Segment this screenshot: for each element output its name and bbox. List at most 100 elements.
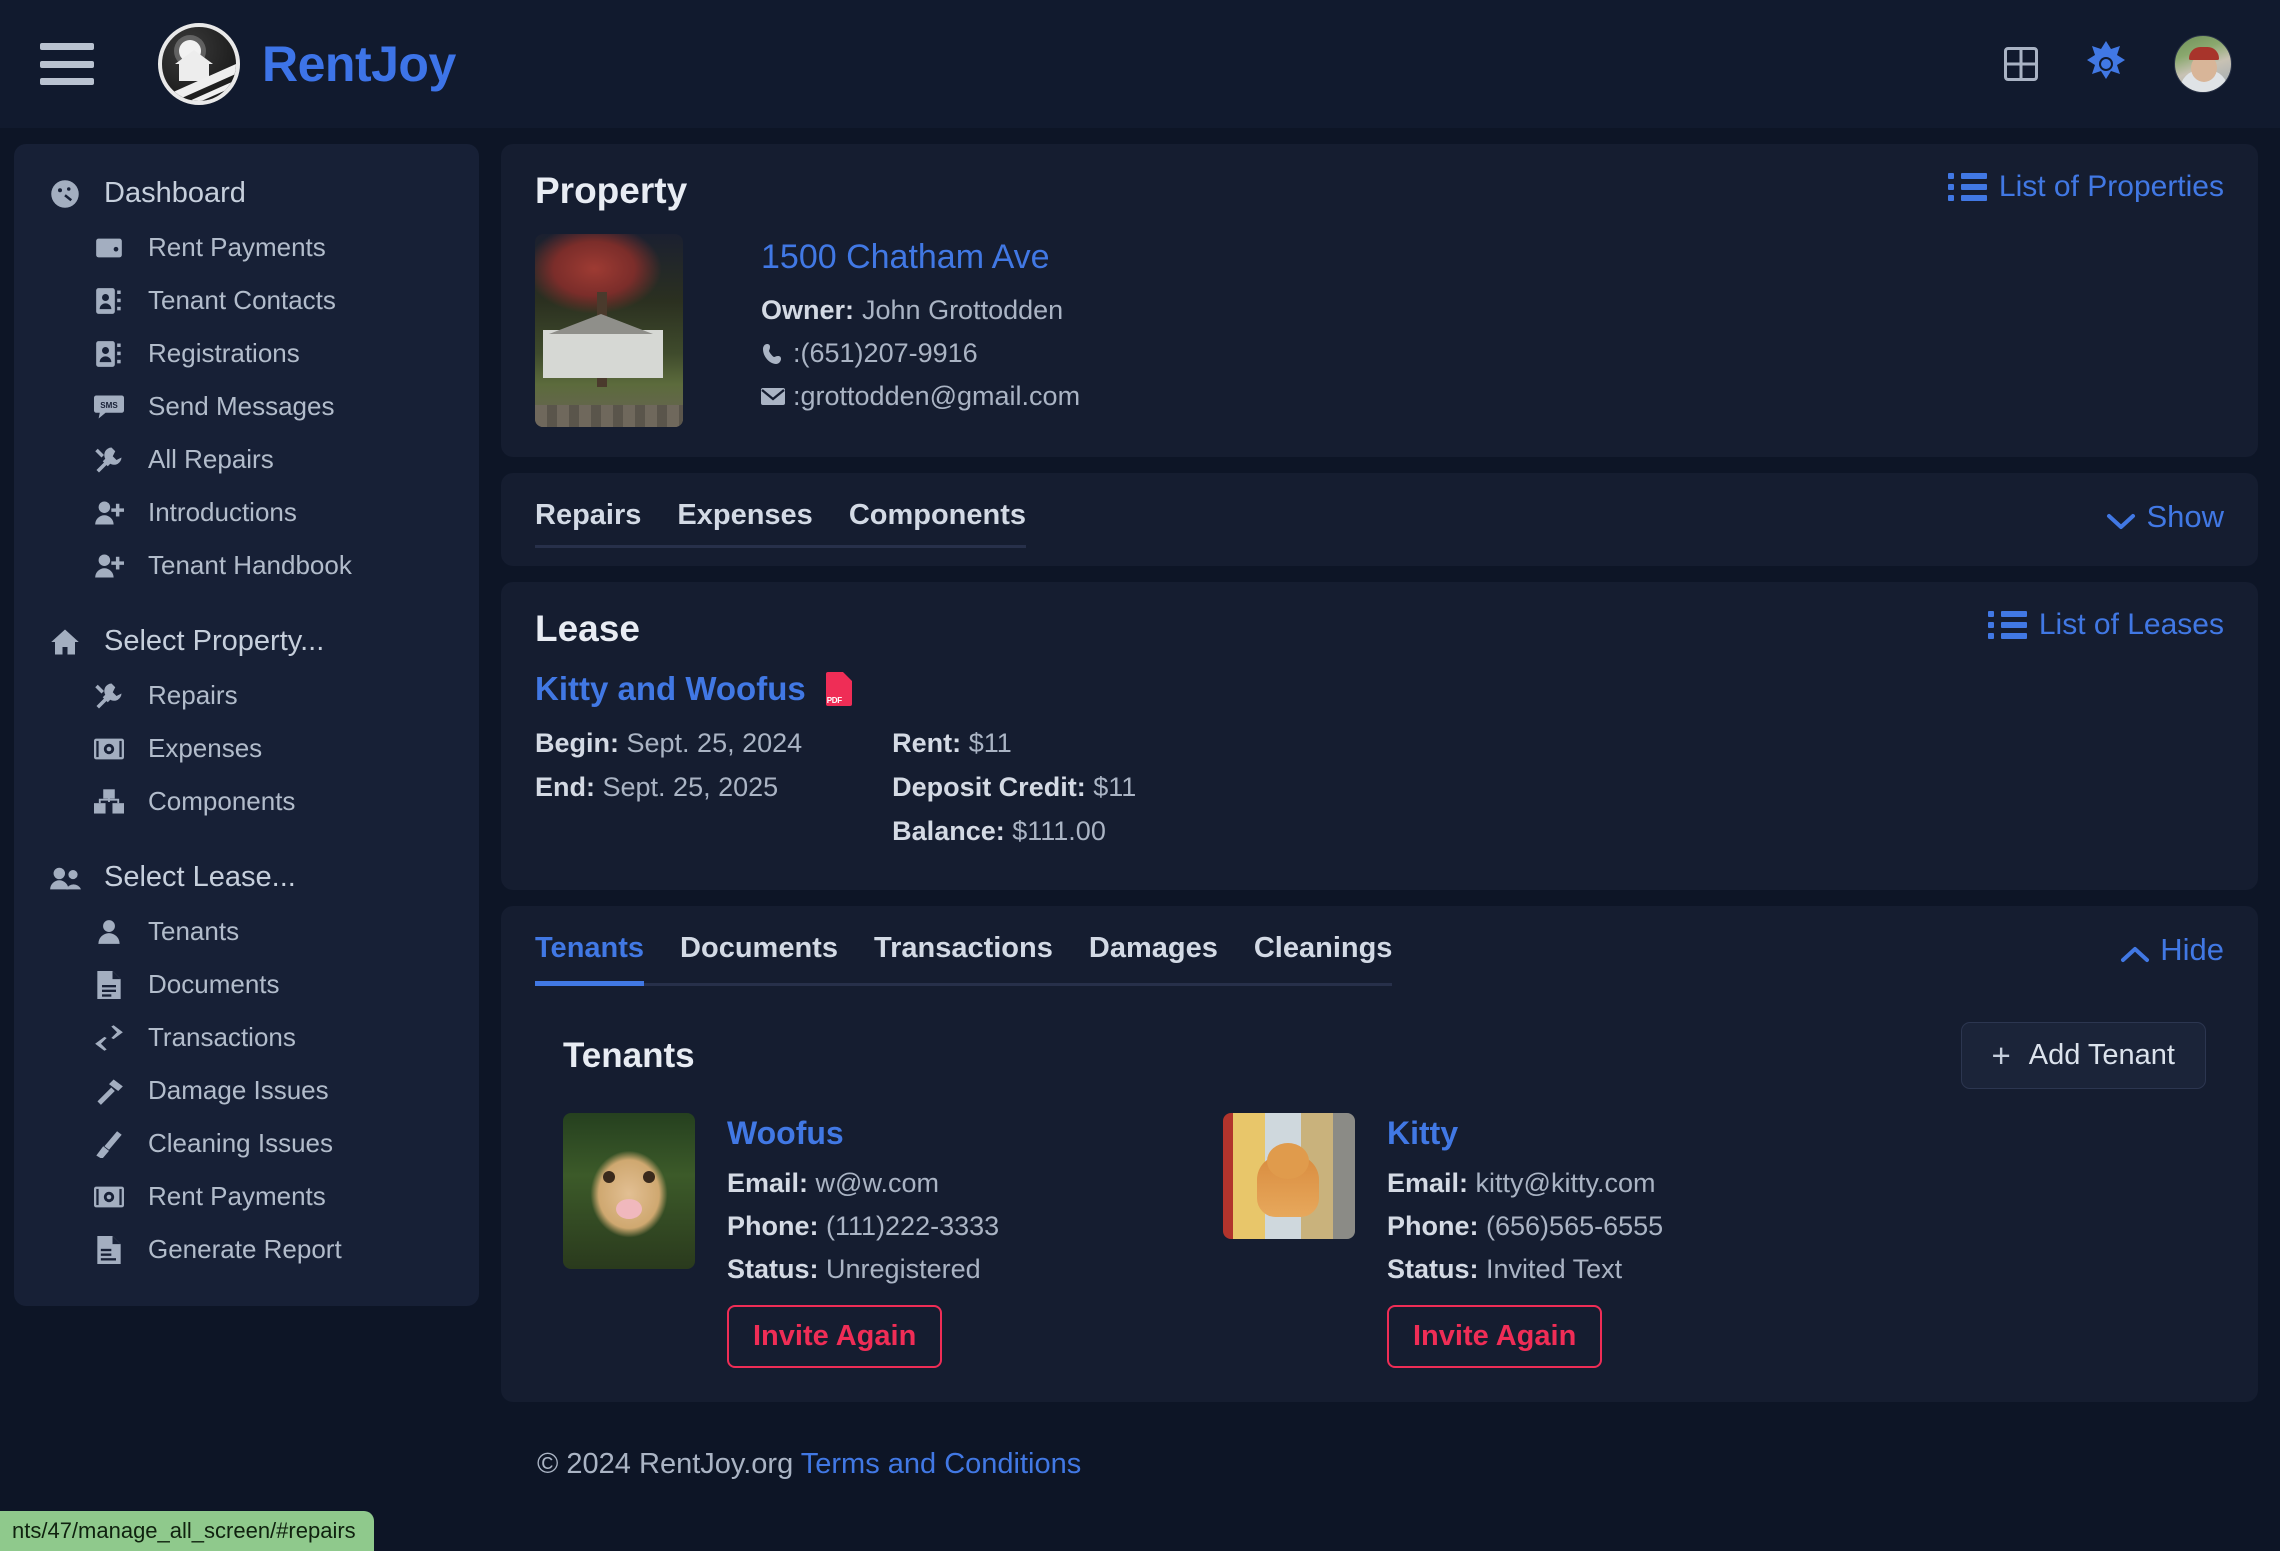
hamburger-icon[interactable]: [40, 43, 94, 85]
home-icon: [48, 628, 82, 656]
sidebar-item-all-repairs[interactable]: All Repairs: [14, 433, 479, 486]
sidebar-item-rent-payments[interactable]: Rent Payments: [14, 221, 479, 274]
brand-logo[interactable]: RentJoy: [158, 23, 456, 105]
tools-icon: [92, 445, 126, 475]
sidebar-item-documents[interactable]: Documents: [14, 958, 479, 1011]
status-badge: Invited Text: [1486, 1254, 1622, 1284]
sidebar-item-label: Introductions: [148, 497, 297, 528]
invite-again-button[interactable]: Invite Again: [727, 1305, 942, 1368]
add-tenant-label: Add Tenant: [2029, 1039, 2175, 1072]
tenant-name-link[interactable]: Kitty: [1387, 1115, 1663, 1152]
sidebar-item-generate-report[interactable]: Generate Report: [14, 1223, 479, 1276]
sidebar-item-damage-issues[interactable]: Damage Issues: [14, 1064, 479, 1117]
lease-dates: Begin: Sept. 25, 2024 End: Sept. 25, 202…: [535, 728, 802, 860]
exchange-icon: [92, 1025, 126, 1051]
tenant-phone-label: Phone:: [1387, 1211, 1479, 1241]
sidebar-item-cleaning-issues[interactable]: Cleaning Issues: [14, 1117, 479, 1170]
property-phone: : (651)207-9916: [761, 338, 1080, 369]
pdf-file-icon[interactable]: [826, 672, 852, 706]
money-icon: [92, 1186, 126, 1208]
wallet-icon: [92, 236, 126, 260]
sidebar-item-dashboard[interactable]: Dashboard: [14, 166, 479, 221]
broom-icon: [92, 1130, 126, 1158]
tab-documents[interactable]: Documents: [680, 932, 838, 986]
tab-tenants[interactable]: Tenants: [535, 932, 644, 986]
sidebar-item-components[interactable]: Components: [14, 775, 479, 828]
sidebar-item-tenant-contacts[interactable]: Tenant Contacts: [14, 274, 479, 327]
tab-damages[interactable]: Damages: [1089, 932, 1218, 986]
lease-rent-label: Rent:: [892, 728, 961, 758]
property-email: : grottodden@gmail.com: [761, 381, 1080, 412]
footer: © 2024 RentJoy.org Terms and Conditions: [501, 1418, 2258, 1481]
plus-icon: +: [1992, 1039, 2011, 1072]
lease-tabs: Tenants Documents Transactions Damages C…: [535, 932, 1392, 986]
sidebar-item-label: Dashboard: [104, 177, 246, 210]
top-bar: RentJoy: [0, 0, 2280, 128]
sidebar-item-transactions[interactable]: Transactions: [14, 1011, 479, 1064]
list-of-properties-link[interactable]: List of Properties: [1948, 170, 2224, 204]
document-icon: [92, 971, 126, 999]
sidebar-item-select-lease[interactable]: Select Lease...: [14, 850, 479, 905]
avatar[interactable]: [2174, 35, 2232, 93]
property-address-link[interactable]: 1500 Chatham Ave: [761, 238, 1080, 277]
lease-begin-value: Sept. 25, 2024: [627, 728, 803, 758]
grid-icon[interactable]: [2004, 47, 2038, 81]
lease-card: Lease List of Leases Kitty and Woofus: [501, 582, 2258, 890]
hide-toggle[interactable]: Hide: [2120, 932, 2224, 968]
show-toggle[interactable]: Show: [2106, 499, 2224, 535]
tenant-card: Woofus Email: w@w.com Phone: (111)222-33…: [563, 1113, 1223, 1368]
sidebar-group-property: Select Property... Repairs Expenses Comp…: [14, 614, 479, 828]
sidebar-item-tenant-handbook[interactable]: Tenant Handbook: [14, 539, 479, 592]
sidebar-item-tenants[interactable]: Tenants: [14, 905, 479, 958]
tab-cleanings[interactable]: Cleanings: [1254, 932, 1393, 986]
lease-tabs-card: Tenants Documents Transactions Damages C…: [501, 906, 2258, 1402]
lease-amounts: Rent: $11 Deposit Credit: $11 Balance: $…: [892, 728, 1136, 860]
dog-photo[interactable]: [563, 1113, 695, 1269]
main-content: Property List of Properties 1500 Chatham…: [501, 144, 2258, 1481]
sidebar-item-registrations[interactable]: Registrations: [14, 327, 479, 380]
sidebar-item-label: Tenants: [148, 916, 239, 947]
property-title: Property: [535, 170, 687, 212]
sidebar-item-label: Select Property...: [104, 625, 324, 658]
list-of-leases-label: List of Leases: [2039, 608, 2224, 642]
tab-transactions[interactable]: Transactions: [874, 932, 1053, 986]
cat-photo[interactable]: [1223, 1113, 1355, 1239]
property-card: Property List of Properties 1500 Chatham…: [501, 144, 2258, 457]
brand-name: RentJoy: [262, 35, 456, 93]
tab-expenses[interactable]: Expenses: [677, 499, 812, 548]
tools-icon: [92, 681, 126, 711]
terms-and-conditions-link[interactable]: Terms and Conditions: [801, 1448, 1081, 1480]
chevron-down-icon: [2106, 504, 2132, 530]
invite-again-button[interactable]: Invite Again: [1387, 1305, 1602, 1368]
sidebar-item-select-property[interactable]: Select Property...: [14, 614, 479, 669]
tab-repairs[interactable]: Repairs: [535, 499, 641, 548]
property-photo[interactable]: [535, 234, 683, 427]
lease-name-link[interactable]: Kitty and Woofus: [535, 670, 2224, 708]
sidebar-item-introductions[interactable]: Introductions: [14, 486, 479, 539]
sidebar-item-label: Registrations: [148, 338, 300, 369]
tab-components[interactable]: Components: [849, 499, 1026, 548]
lease-name-label: Kitty and Woofus: [535, 670, 806, 708]
sidebar-item-repairs[interactable]: Repairs: [14, 669, 479, 722]
list-of-leases-link[interactable]: List of Leases: [1988, 608, 2224, 642]
sidebar-item-label: Damage Issues: [148, 1075, 329, 1106]
sidebar-item-expenses[interactable]: Expenses: [14, 722, 479, 775]
gear-icon[interactable]: [2082, 40, 2130, 88]
user-plus-icon: [92, 553, 126, 579]
email-separator: :: [793, 381, 801, 412]
property-tabs-card: Repairs Expenses Components Show: [501, 473, 2258, 566]
tenant-phone-value: (656)565-6555: [1486, 1211, 1663, 1241]
sidebar-item-label: Rent Payments: [148, 232, 326, 263]
phone-value: (651)207-9916: [801, 338, 978, 369]
add-tenant-button[interactable]: + Add Tenant: [1961, 1022, 2207, 1089]
tenant-name-link[interactable]: Woofus: [727, 1115, 999, 1152]
sidebar-item-send-messages[interactable]: SMS Send Messages: [14, 380, 479, 433]
phone-icon: [761, 342, 793, 366]
people-icon: [48, 866, 82, 890]
boxes-icon: [92, 789, 126, 815]
phone-separator: :: [793, 338, 801, 369]
user-plus-icon: [92, 500, 126, 526]
lease-begin: Begin: Sept. 25, 2024: [535, 728, 802, 759]
tenant-email-value: w@w.com: [816, 1168, 939, 1198]
sidebar-item-rent-payments-lease[interactable]: Rent Payments: [14, 1170, 479, 1223]
